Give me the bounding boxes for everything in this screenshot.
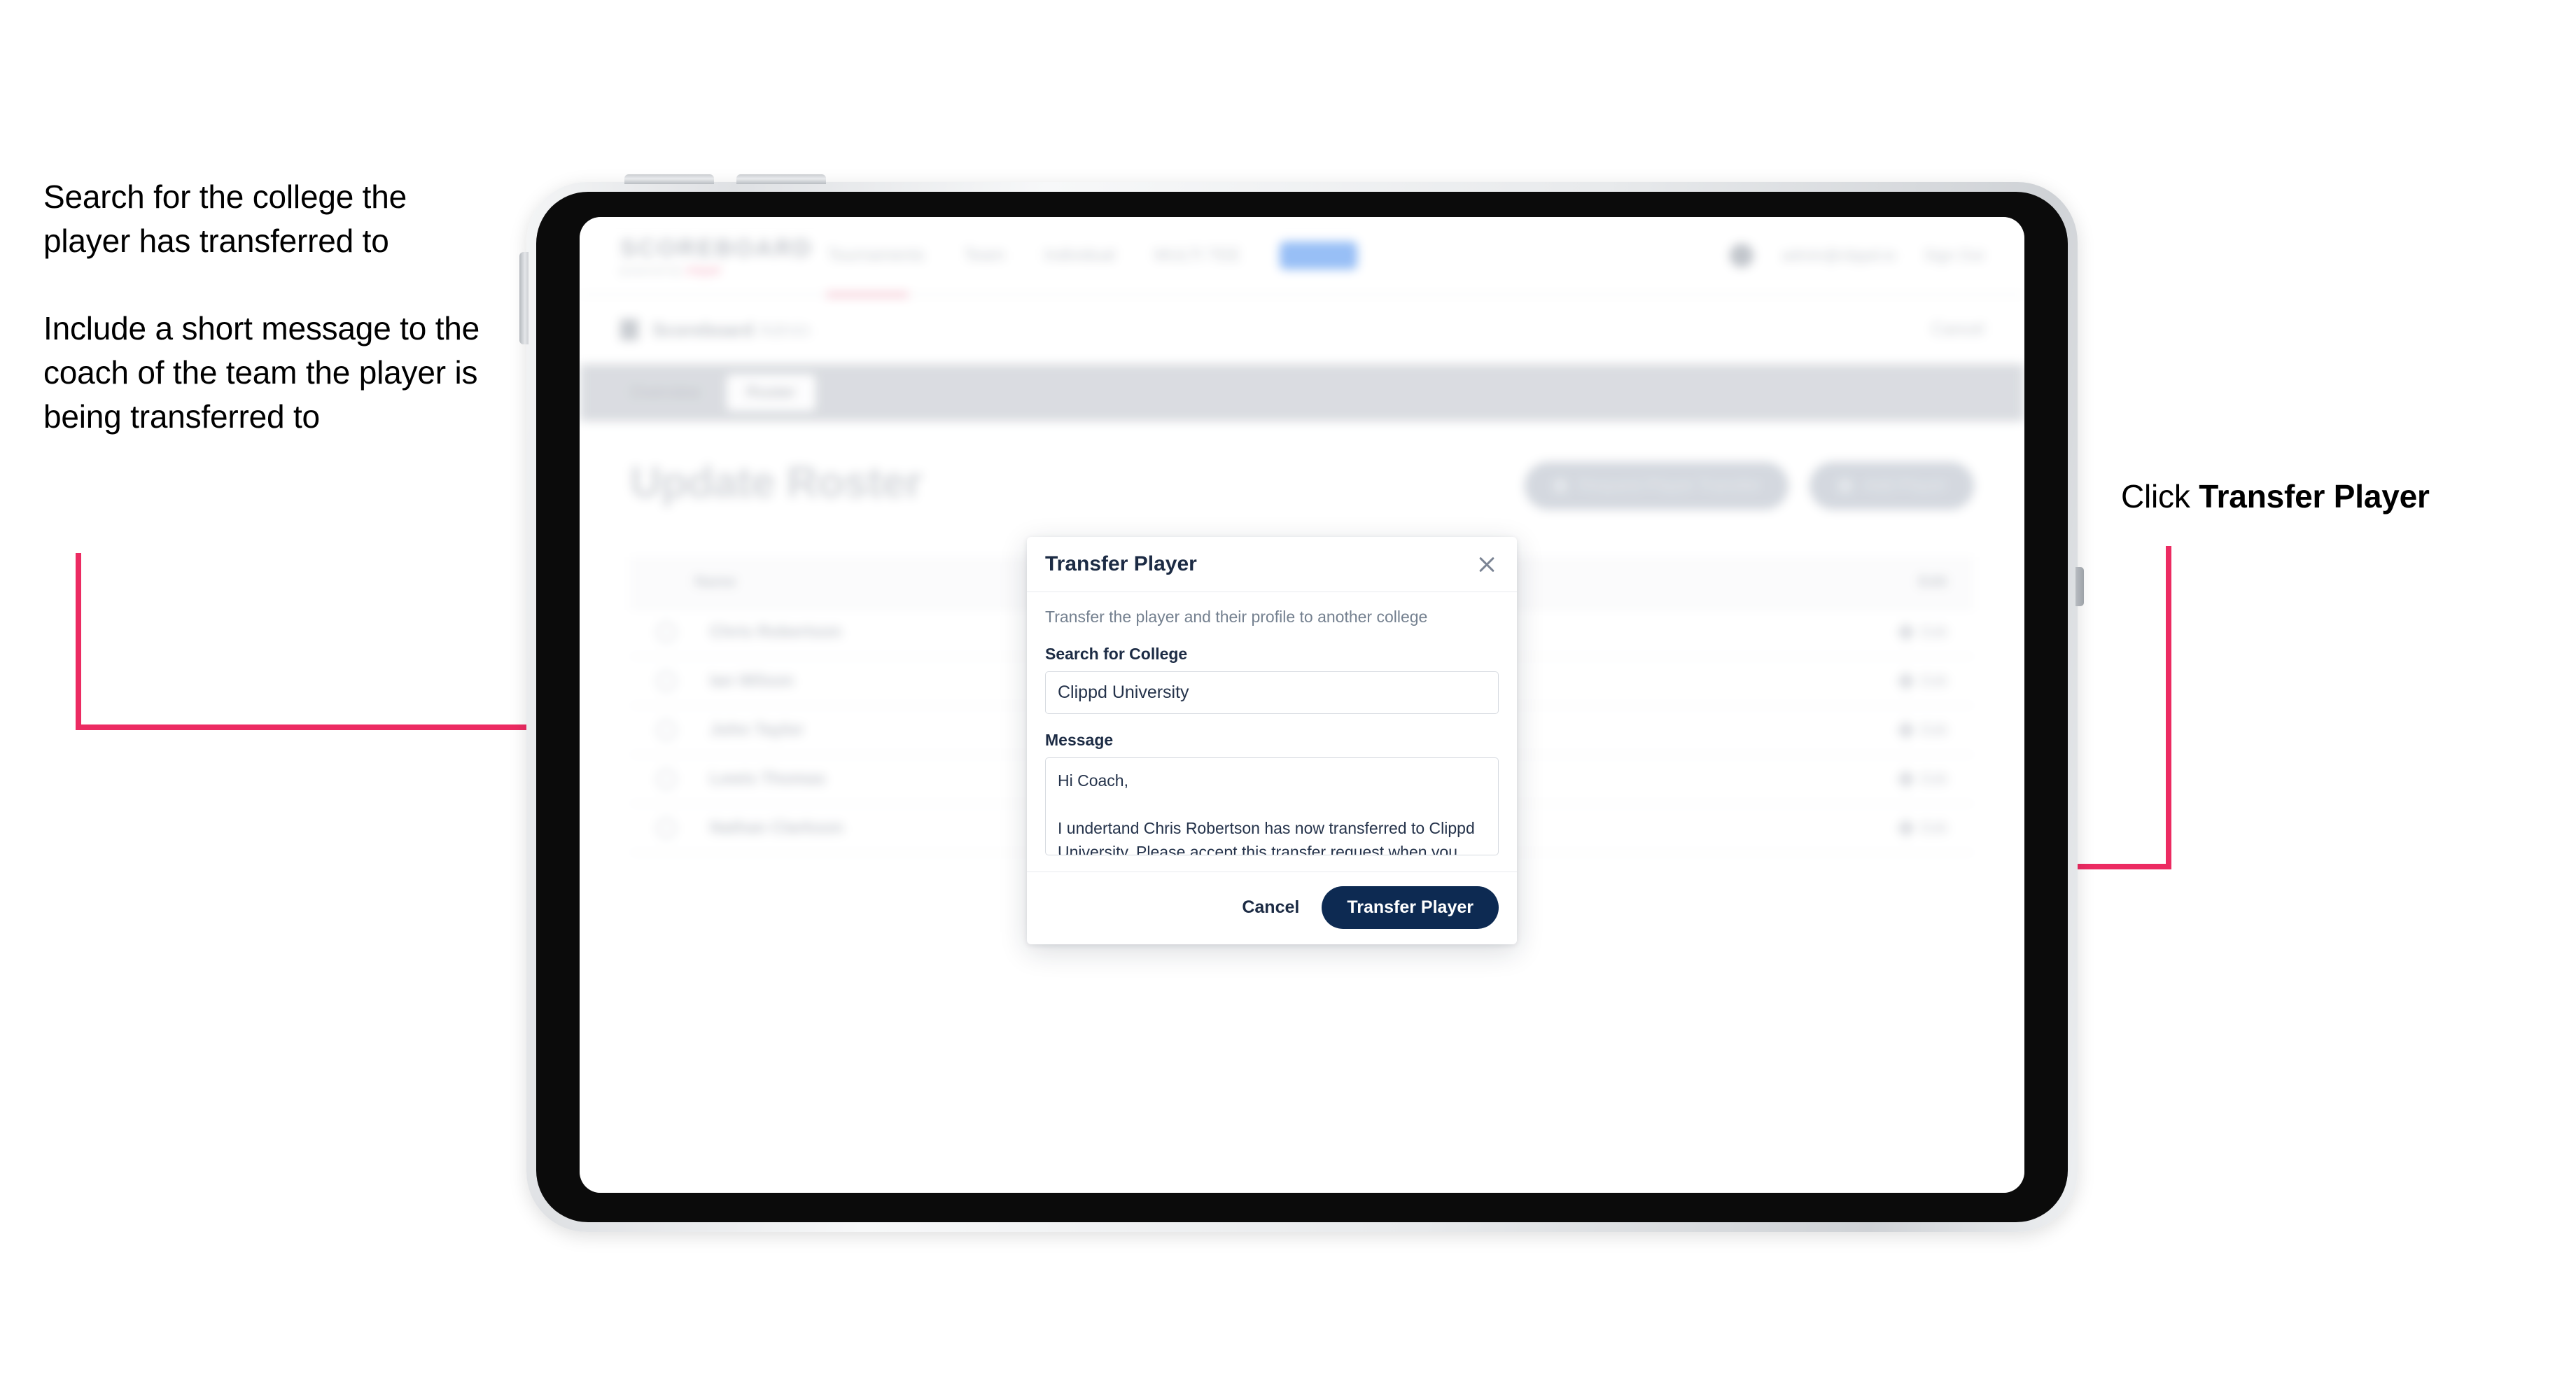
tablet-device-mockup: SCOREBOARD powered by clippd Tournaments… xyxy=(519,174,2084,1232)
volume-down-button[interactable] xyxy=(736,174,826,184)
search-college-input[interactable] xyxy=(1045,671,1499,714)
tablet-screen: SCOREBOARD powered by clippd Tournaments… xyxy=(580,217,2024,1193)
annotation-click-target: Transfer Player xyxy=(2199,478,2430,514)
dialog-title: Transfer Player xyxy=(1045,552,1197,575)
message-label: Message xyxy=(1045,731,1114,749)
dialog-body: Transfer the player and their profile to… xyxy=(1027,592,1517,872)
field-spacer xyxy=(1045,714,1499,731)
sim-tray xyxy=(2076,567,2084,606)
cancel-button[interactable]: Cancel xyxy=(1238,897,1303,918)
left-annotation-block: Search for the college the player has tr… xyxy=(43,175,491,439)
dialog-header: Transfer Player xyxy=(1027,537,1517,592)
transfer-player-dialog: Transfer Player Transfer the player and … xyxy=(1027,537,1517,944)
annotation-click-prefix: Click xyxy=(2121,478,2199,514)
volume-up-button[interactable] xyxy=(624,174,714,184)
annotation-text-2: Include a short message to the coach of … xyxy=(43,310,480,435)
power-button[interactable] xyxy=(519,252,528,344)
modal-overlay: Transfer Player Transfer the player and … xyxy=(580,217,2024,1193)
transfer-player-button[interactable]: Transfer Player xyxy=(1322,886,1499,929)
annotation-text-1: Search for the college the player has tr… xyxy=(43,178,407,260)
message-textarea[interactable] xyxy=(1045,757,1499,855)
dialog-footer: Cancel Transfer Player xyxy=(1027,872,1517,944)
close-icon[interactable] xyxy=(1475,552,1499,576)
annotation-line-left-vertical xyxy=(76,553,81,729)
dialog-description: Transfer the player and their profile to… xyxy=(1045,608,1428,626)
search-college-label: Search for College xyxy=(1045,645,1188,663)
annotation-line-right-vertical xyxy=(2166,546,2171,869)
right-annotation-block: Click Transfer Player xyxy=(2121,477,2430,515)
